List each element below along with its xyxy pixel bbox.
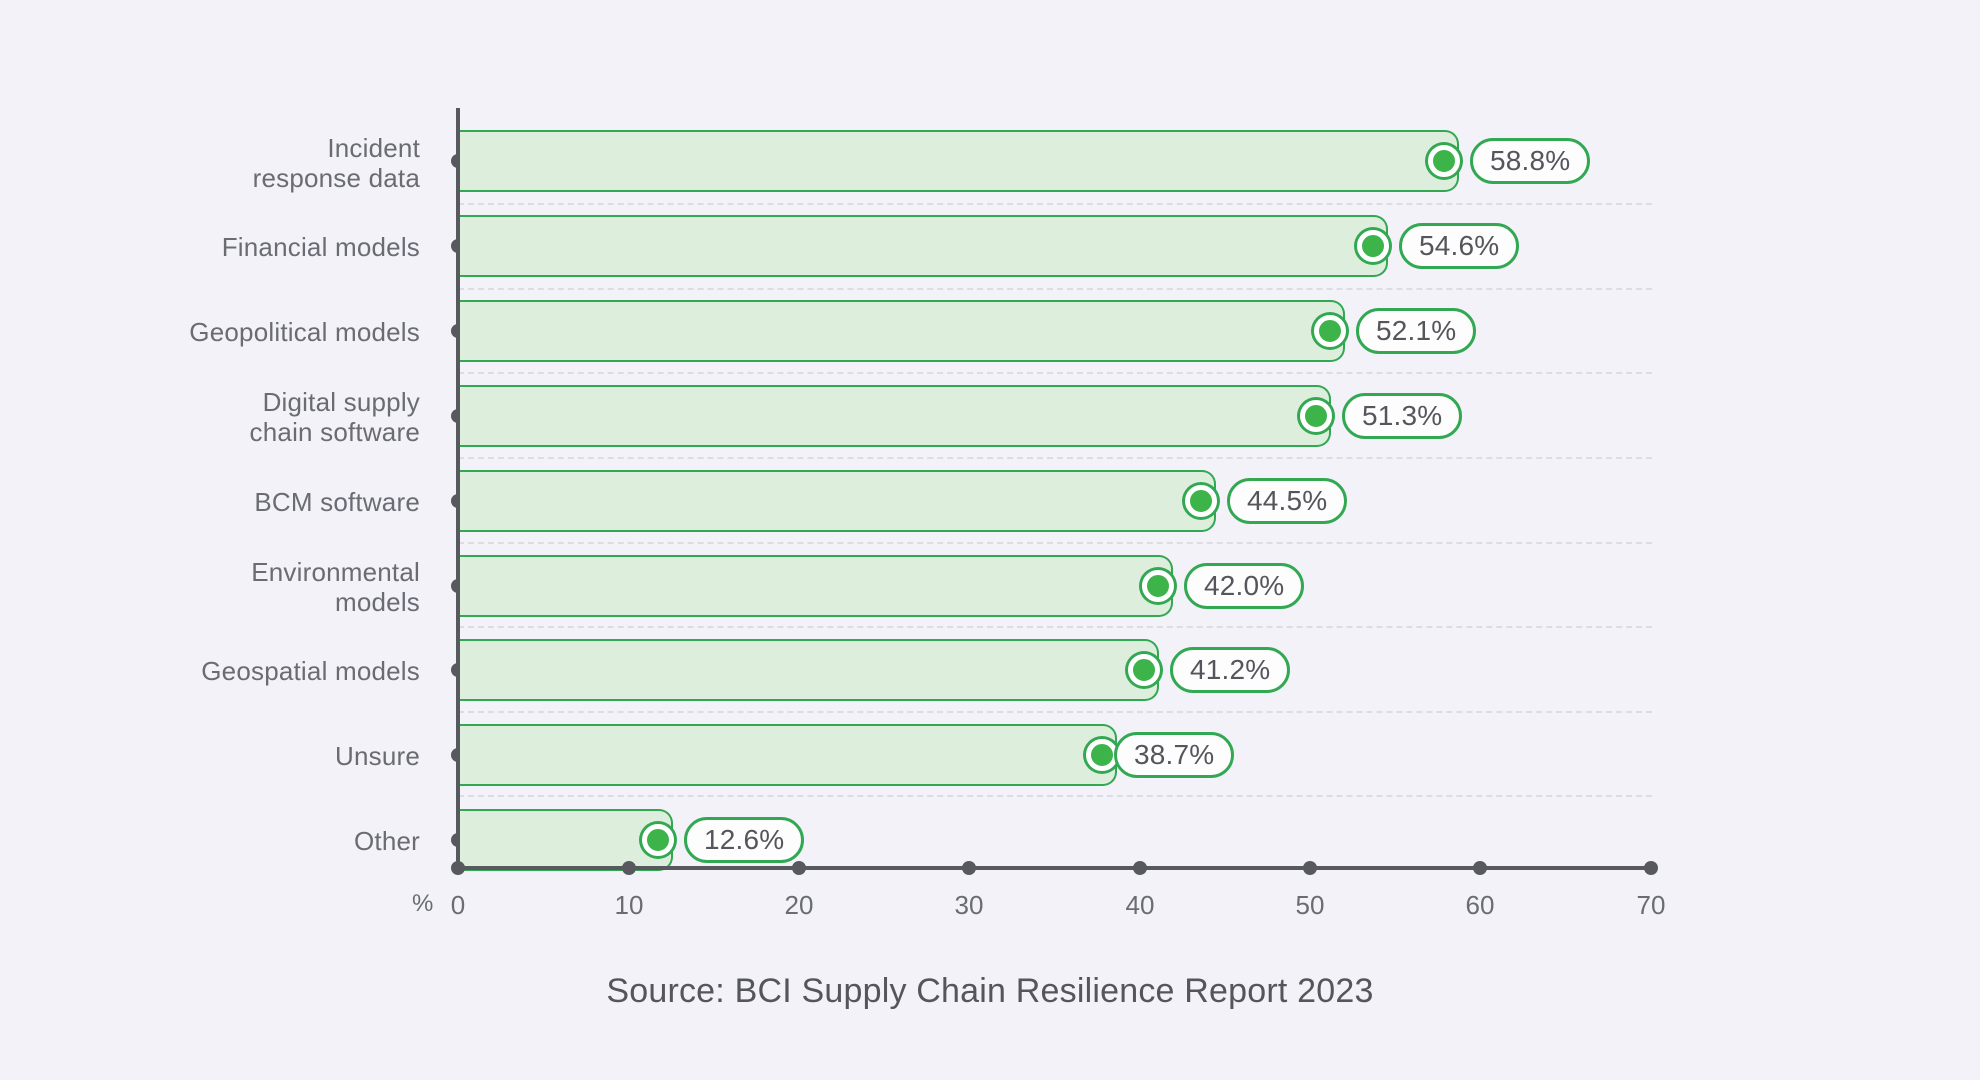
category-label-line1: Environmental: [251, 557, 420, 587]
category-label: Unsure: [0, 741, 420, 771]
bar[interactable]: [458, 385, 1331, 447]
category-label-line1: Other: [353, 826, 420, 856]
value-label-text: 51.3%: [1362, 400, 1443, 431]
bar-end-marker: [642, 824, 674, 856]
bar-end-marker: [1428, 145, 1460, 177]
value-label: 41.2%: [1170, 647, 1291, 693]
category-label-line1: Financial models: [221, 232, 420, 262]
source-caption: Source: BCI Supply Chain Resilience Repo…: [606, 972, 1374, 1010]
x-tick-label: 30: [929, 890, 1009, 921]
x-tick-dot: [1644, 861, 1658, 875]
category-label: Geopolitical models: [0, 317, 420, 347]
chart-container: Incident response data 58.8% Financial m…: [0, 0, 1980, 1080]
x-tick-dot: [792, 861, 806, 875]
x-tick-label: 60: [1440, 890, 1520, 921]
value-label: 54.6%: [1399, 223, 1520, 269]
value-label: 51.3%: [1342, 393, 1463, 439]
y-axis-line: [456, 108, 460, 870]
gridline: [458, 542, 1652, 544]
bar[interactable]: [458, 639, 1159, 701]
gridline: [458, 372, 1652, 374]
x-tick-label-text: 70: [1636, 890, 1666, 920]
value-label: 52.1%: [1356, 308, 1477, 354]
bar[interactable]: [458, 130, 1459, 192]
x-tick-label: 10: [589, 890, 669, 921]
x-axis-unit-label: %: [412, 890, 434, 917]
x-tick-label-text: 20: [784, 890, 814, 920]
category-label-line1: Unsure: [334, 741, 420, 771]
category-label-line1: Geopolitical models: [189, 317, 420, 347]
bar[interactable]: [458, 555, 1173, 617]
x-tick-label: 40: [1100, 890, 1180, 921]
category-label-line1: Digital supply: [262, 387, 420, 417]
bar[interactable]: [458, 809, 673, 871]
category-label: Digital supply chain software: [0, 387, 420, 447]
value-label-text: 12.6%: [704, 824, 785, 855]
x-tick-label: 20: [759, 890, 839, 921]
bar[interactable]: [458, 215, 1388, 277]
x-tick-label-text: 50: [1295, 890, 1325, 920]
value-label-text: 58.8%: [1490, 145, 1571, 176]
value-label: 12.6%: [684, 817, 805, 863]
x-tick-dot: [962, 861, 976, 875]
value-label: 44.5%: [1227, 478, 1348, 524]
gridline: [458, 203, 1652, 205]
category-label: BCM software: [0, 487, 420, 517]
value-label-text: 54.6%: [1419, 230, 1500, 261]
x-tick-label-text: 60: [1465, 890, 1495, 920]
category-label-line1: Incident: [327, 133, 420, 163]
gridline: [458, 288, 1652, 290]
bar[interactable]: [458, 724, 1117, 786]
category-label: Other: [0, 826, 420, 856]
x-tick-label-text: 30: [954, 890, 984, 920]
x-tick-dot: [1473, 861, 1487, 875]
value-label: 38.7%: [1114, 732, 1235, 778]
gridline: [458, 457, 1652, 459]
category-label: Incident response data: [0, 133, 420, 193]
category-label-line1: BCM software: [254, 487, 420, 517]
value-label-text: 44.5%: [1247, 485, 1328, 516]
gridline: [458, 795, 1652, 797]
value-label-text: 41.2%: [1190, 654, 1271, 685]
x-tick-label: 50: [1270, 890, 1350, 921]
category-label-line1: Geospatial models: [201, 656, 420, 686]
x-tick-dot: [622, 861, 636, 875]
x-tick-label-text: 0: [450, 890, 466, 920]
category-label-line2: models: [334, 587, 420, 617]
plot-area: Incident response data 58.8% Financial m…: [0, 0, 1980, 1080]
x-tick-label-text: 10: [614, 890, 644, 920]
bar-end-marker: [1142, 570, 1174, 602]
x-tick-dot: [1303, 861, 1317, 875]
bar[interactable]: [458, 300, 1345, 362]
value-label: 42.0%: [1184, 563, 1305, 609]
bar-end-marker: [1357, 230, 1389, 262]
category-label: Geospatial models: [0, 656, 420, 686]
category-label-line2: response data: [252, 163, 420, 193]
category-label-line2: chain software: [249, 417, 420, 447]
bar[interactable]: [458, 470, 1216, 532]
category-label: Financial models: [0, 232, 420, 262]
value-label-text: 52.1%: [1376, 315, 1457, 346]
bar-end-marker: [1300, 400, 1332, 432]
value-label-text: 42.0%: [1204, 570, 1285, 601]
category-label: Environmental models: [0, 557, 420, 617]
gridline: [458, 711, 1652, 713]
value-label-text: 38.7%: [1134, 739, 1215, 770]
x-tick-dot: [451, 861, 465, 875]
x-tick-label: 70: [1611, 890, 1691, 921]
x-tick-dot: [1133, 861, 1147, 875]
gridline: [458, 626, 1652, 628]
x-tick-label-text: 40: [1125, 890, 1155, 920]
bar-end-marker: [1185, 485, 1217, 517]
bar-end-marker: [1128, 654, 1160, 686]
bar-end-marker: [1314, 315, 1346, 347]
value-label: 58.8%: [1470, 138, 1591, 184]
